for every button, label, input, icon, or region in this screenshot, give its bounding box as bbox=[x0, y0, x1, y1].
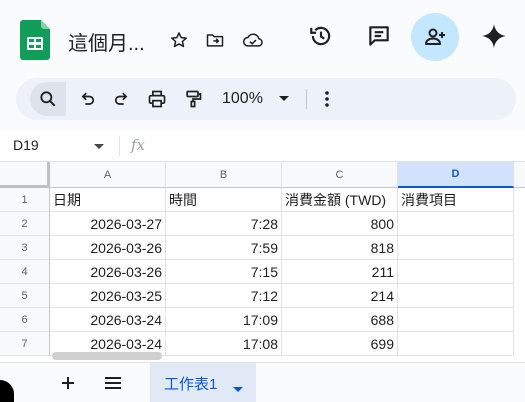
row-header[interactable]: 2 bbox=[0, 212, 50, 236]
column-header-d[interactable]: D bbox=[398, 162, 514, 188]
name-box[interactable]: D19 bbox=[13, 137, 39, 153]
cell-a2[interactable]: 2026-03-27 bbox=[50, 212, 166, 236]
sheet-tab-dropdown-icon[interactable] bbox=[233, 380, 243, 398]
cloud-status-icon[interactable] bbox=[241, 29, 265, 51]
share-button[interactable] bbox=[411, 13, 459, 61]
more-vert-icon[interactable] bbox=[318, 78, 336, 120]
cell-b4[interactable]: 7:15 bbox=[166, 260, 282, 284]
cell-b1[interactable]: 時間 bbox=[166, 188, 282, 212]
add-sheet-icon[interactable] bbox=[58, 373, 78, 393]
formula-input[interactable] bbox=[160, 136, 520, 156]
cell-d3[interactable] bbox=[398, 236, 514, 260]
cell-d7[interactable] bbox=[398, 332, 514, 356]
toolbar: 100% bbox=[16, 78, 516, 120]
formula-bar: D19 fx bbox=[0, 130, 525, 162]
cell-d2[interactable] bbox=[398, 212, 514, 236]
undo-button[interactable] bbox=[74, 78, 100, 120]
cell-b2[interactable]: 7:28 bbox=[166, 212, 282, 236]
zoom-dropdown-icon[interactable] bbox=[276, 78, 292, 120]
app-window: 這個月... 100% D19 fx A B C D 1 日期 時間 消費金額 … bbox=[0, 0, 525, 402]
zoom-select[interactable]: 100% bbox=[222, 90, 263, 108]
header-bar: 這個月... bbox=[0, 0, 525, 78]
print-button[interactable] bbox=[144, 78, 170, 120]
cell-c5[interactable]: 214 bbox=[282, 284, 398, 308]
history-icon[interactable] bbox=[307, 22, 335, 50]
cell-b3[interactable]: 7:59 bbox=[166, 236, 282, 260]
sheet-bar: 工作表1 bbox=[0, 362, 525, 402]
column-header-b[interactable]: B bbox=[166, 162, 282, 188]
cell-b5[interactable]: 7:12 bbox=[166, 284, 282, 308]
print-icon bbox=[148, 90, 166, 108]
cell-d1[interactable]: 消費項目 bbox=[398, 188, 514, 212]
name-box-dropdown-icon[interactable] bbox=[93, 143, 105, 151]
row-header[interactable]: 4 bbox=[0, 260, 50, 284]
paint-format-icon bbox=[186, 90, 202, 108]
row-header[interactable]: 5 bbox=[0, 284, 50, 308]
cell-c1[interactable]: 消費金額 (TWD) bbox=[282, 188, 398, 212]
row-header[interactable]: 3 bbox=[0, 236, 50, 260]
cell-a4[interactable]: 2026-03-26 bbox=[50, 260, 166, 284]
row-header[interactable]: 6 bbox=[0, 308, 50, 332]
star-icon[interactable] bbox=[168, 29, 190, 51]
redo-button[interactable] bbox=[109, 78, 135, 120]
document-title[interactable]: 這個月... bbox=[68, 27, 145, 56]
cell-a5[interactable]: 2026-03-25 bbox=[50, 284, 166, 308]
move-to-folder-icon[interactable] bbox=[204, 29, 226, 51]
cell-a6[interactable]: 2026-03-24 bbox=[50, 308, 166, 332]
cell-b6[interactable]: 17:09 bbox=[166, 308, 282, 332]
sheet-tab-label: 工作表1 bbox=[164, 375, 218, 393]
cell-c7[interactable]: 699 bbox=[282, 332, 398, 356]
cell-d4[interactable] bbox=[398, 260, 514, 284]
comments-icon[interactable] bbox=[365, 22, 393, 50]
cell-d5[interactable] bbox=[398, 284, 514, 308]
sheets-logo[interactable] bbox=[20, 20, 50, 60]
search-menus-button[interactable] bbox=[30, 82, 66, 116]
column-header-c[interactable]: C bbox=[282, 162, 398, 188]
fx-icon: fx bbox=[131, 136, 146, 154]
column-header-a[interactable]: A bbox=[50, 162, 166, 188]
paint-format-button[interactable] bbox=[180, 78, 206, 120]
horizontal-scrollbar[interactable] bbox=[52, 352, 162, 360]
cell-d6[interactable] bbox=[398, 308, 514, 332]
cell-c4[interactable]: 211 bbox=[282, 260, 398, 284]
search-icon bbox=[40, 91, 56, 107]
row-header[interactable]: 1 bbox=[0, 188, 50, 212]
toolbar-divider bbox=[306, 89, 307, 109]
column-header-e[interactable] bbox=[514, 162, 525, 188]
cell-c6[interactable]: 688 bbox=[282, 308, 398, 332]
redo-icon bbox=[114, 92, 128, 105]
spreadsheet-grid[interactable]: A B C D 1 日期 時間 消費金額 (TWD) 消費項目 2 2026-0… bbox=[0, 162, 525, 362]
formula-divider bbox=[119, 136, 120, 156]
cell-b7[interactable]: 17:08 bbox=[166, 332, 282, 356]
cell-c2[interactable]: 800 bbox=[282, 212, 398, 236]
select-all-corner[interactable] bbox=[0, 162, 50, 188]
gemini-sparkle-icon[interactable] bbox=[481, 23, 507, 49]
row-header[interactable]: 7 bbox=[0, 332, 50, 356]
undo-icon bbox=[81, 92, 95, 105]
cell-a1[interactable]: 日期 bbox=[50, 188, 166, 212]
cell-c3[interactable]: 818 bbox=[282, 236, 398, 260]
all-sheets-icon[interactable] bbox=[103, 373, 123, 393]
cell-a3[interactable]: 2026-03-26 bbox=[50, 236, 166, 260]
share-add-person-icon bbox=[425, 28, 445, 45]
